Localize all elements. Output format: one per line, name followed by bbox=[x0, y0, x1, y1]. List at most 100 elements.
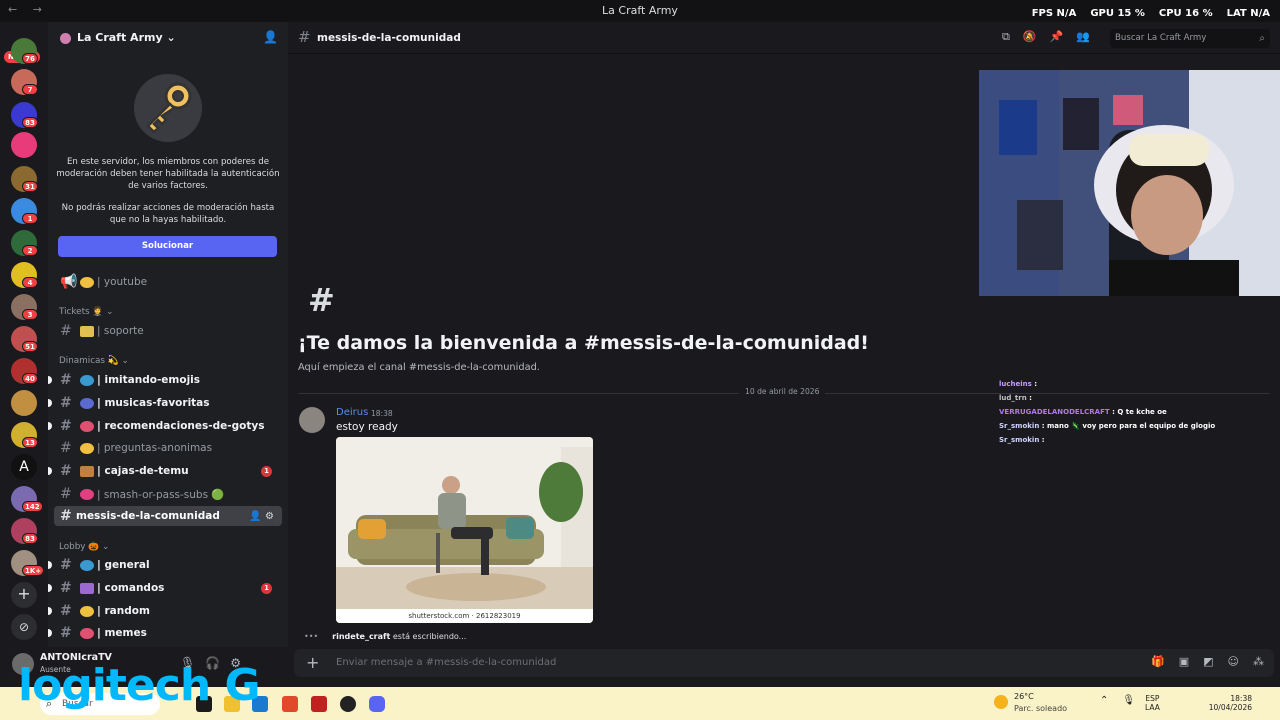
channel-youtube[interactable]: 📢 | youtube bbox=[54, 272, 282, 292]
channel-label: | preguntas-anonimas bbox=[97, 442, 213, 454]
server-badge: 83 bbox=[22, 117, 38, 128]
gif-icon[interactable]: ▣ bbox=[1179, 655, 1189, 668]
channel-title: messis-de-la-comunidad bbox=[317, 32, 461, 44]
server-header[interactable]: La Craft Army ⌄ 👤 bbox=[48, 22, 288, 54]
stream-chat-text: : bbox=[1041, 436, 1045, 444]
stream-chat-line: VERRUGADELANODELCRAFT : Q te kche oe bbox=[999, 405, 1280, 419]
stream-chat-user: lucheins bbox=[999, 380, 1032, 388]
composer-placeholder[interactable]: Enviar mensaje a #messis-de-la-comunidad bbox=[336, 657, 556, 668]
unread-pip bbox=[48, 561, 52, 569]
channel-random[interactable]: # | random bbox=[48, 601, 282, 621]
server-badge: 76 bbox=[22, 53, 38, 64]
server-badge: 4 bbox=[22, 277, 38, 288]
channel-preguntas-anonimas[interactable]: # | preguntas-anonimas bbox=[54, 438, 282, 458]
hash-icon: # bbox=[60, 508, 72, 524]
category-tickets[interactable]: Tickets 🤵 ⌄ bbox=[59, 307, 114, 317]
webcam-feed bbox=[979, 70, 1280, 296]
explore-icon[interactable]: ⊘ bbox=[11, 614, 37, 640]
add-server-icon[interactable]: + bbox=[11, 582, 37, 608]
server-badge: 51 bbox=[22, 341, 38, 352]
server-logo-icon bbox=[60, 33, 71, 44]
hash-icon: # bbox=[60, 323, 72, 339]
channel-label: | musicas-favoritas bbox=[97, 397, 210, 409]
unread-pip bbox=[48, 629, 52, 637]
channel-musicas-favoritas[interactable]: # | musicas-favoritas bbox=[48, 393, 282, 413]
gpu-value: 15 % bbox=[1117, 8, 1145, 19]
channel-imitando-emojis[interactable]: # | imitando-emojis bbox=[48, 370, 282, 390]
message-image[interactable]: shutterstock.com · 2612823019 bbox=[336, 437, 593, 623]
invite-user-icon[interactable]: 👤 bbox=[263, 30, 278, 44]
typing-dots-icon: ••• bbox=[304, 632, 319, 641]
sticker-icon[interactable]: ◩ bbox=[1203, 655, 1213, 668]
message-composer[interactable]: + Enviar mensaje a #messis-de-la-comunid… bbox=[294, 649, 1274, 677]
channel-general[interactable]: # | general bbox=[48, 555, 282, 575]
clock[interactable]: 18:38 10/04/2026 bbox=[1208, 694, 1252, 712]
hash-icon: # bbox=[60, 395, 72, 411]
sofa-photo bbox=[336, 437, 593, 609]
server-badge: 2 bbox=[22, 245, 38, 256]
hearts-icon bbox=[80, 488, 94, 500]
message-author[interactable]: Deirus bbox=[336, 407, 368, 418]
hash-icon: # bbox=[60, 603, 72, 619]
attach-plus-icon[interactable]: + bbox=[306, 653, 319, 672]
category-lobby[interactable]: Lobby 🎃 ⌄ bbox=[59, 542, 109, 552]
channel-comandos[interactable]: # | comandos 1 bbox=[48, 578, 282, 598]
threads-icon[interactable]: ⧉ bbox=[1002, 30, 1010, 44]
hash-icon: # bbox=[60, 580, 72, 596]
category-dinamicas[interactable]: Dinamicas 💫 ⌄ bbox=[59, 356, 129, 366]
channel-recomendaciones-de-gotys[interactable]: # | recomendaciones-de-gotys bbox=[48, 416, 282, 436]
channel-soporte[interactable]: # | soporte bbox=[54, 321, 282, 341]
discord-icon[interactable] bbox=[369, 696, 385, 712]
globe-icon bbox=[80, 559, 94, 571]
stream-chat-line: Sr_smokin : bbox=[999, 433, 1280, 447]
mute-icon[interactable]: 🔕 bbox=[1023, 30, 1037, 44]
mention-badge: 1 bbox=[261, 582, 272, 594]
language-indicator[interactable]: ESP LAA bbox=[1145, 694, 1160, 712]
cpu-value: 16 % bbox=[1185, 8, 1213, 19]
laugh-icon bbox=[80, 627, 94, 639]
heart-icon bbox=[80, 420, 94, 432]
unread-pip bbox=[48, 399, 52, 407]
server-name[interactable]: La Craft Army ⌄ bbox=[77, 31, 176, 44]
app-icon[interactable] bbox=[311, 696, 327, 712]
server-badge: 7 bbox=[22, 84, 38, 95]
members-icon[interactable]: 👥 bbox=[1076, 30, 1090, 44]
mfa-notice-2: No podrás realizar acciones de moderació… bbox=[61, 203, 275, 225]
search-input[interactable]: Buscar La Craft Army ⌕ bbox=[1110, 29, 1270, 48]
unread-pip bbox=[48, 584, 52, 592]
channel-settings-icon[interactable]: 👤 ⚙ bbox=[249, 511, 274, 522]
hash-icon: # bbox=[60, 440, 72, 456]
music-icon bbox=[80, 397, 94, 409]
channel-cajas-de-temu[interactable]: # | cajas-de-temu 1 bbox=[48, 461, 282, 481]
stream-chat-text: : Q te kche oe bbox=[1112, 408, 1167, 416]
unread-pip bbox=[48, 467, 52, 475]
channel-smash-or-pass-subs[interactable]: # | smash-or-pass-subs 🟢 bbox=[54, 484, 282, 504]
lat-value: N/A bbox=[1250, 8, 1270, 19]
server-badge: 1K+ bbox=[22, 565, 45, 576]
emoji-icon[interactable]: ☺ bbox=[1228, 655, 1239, 668]
cpu-label: CPU bbox=[1158, 8, 1182, 19]
chat-header: # messis-de-la-comunidad ⧉ 🔕 📌 👥 Buscar … bbox=[288, 22, 1280, 54]
channel-label: | random bbox=[97, 605, 150, 617]
chevron-up-icon[interactable]: ⌃ bbox=[1100, 695, 1108, 706]
gift-icon[interactable]: 🎁 bbox=[1151, 655, 1165, 668]
server-icon[interactable]: A bbox=[11, 454, 37, 480]
pin-icon[interactable]: 📌 bbox=[1050, 30, 1064, 44]
server-icon[interactable] bbox=[11, 390, 37, 416]
brave-icon[interactable] bbox=[282, 696, 298, 712]
welcome-subtitle: Aquí empieza el canal #messis-de-la-comu… bbox=[298, 362, 540, 373]
obs-icon[interactable] bbox=[340, 696, 356, 712]
ticket-icon bbox=[80, 325, 94, 337]
microphone-icon[interactable]: 🎙 bbox=[1122, 695, 1135, 706]
server-icon[interactable] bbox=[11, 132, 37, 158]
fix-button[interactable]: Solucionar bbox=[58, 236, 277, 257]
channel-memes[interactable]: # | memes bbox=[48, 623, 282, 643]
unread-pip bbox=[48, 422, 52, 430]
stream-chat-user: Sr_smokin bbox=[999, 422, 1040, 430]
channel-messis-de-la-comunidad[interactable]: # messis-de-la-comunidad 👤 ⚙ bbox=[54, 506, 282, 526]
stream-chat-line: Sr_smokin : mano 🦎 voy pero para el equi… bbox=[999, 419, 1280, 433]
date-divider: 10 de abril de 2026 bbox=[739, 387, 826, 396]
apps-icon[interactable]: ⁂ bbox=[1253, 655, 1264, 668]
message-avatar[interactable] bbox=[299, 407, 325, 433]
server-badge: 13 bbox=[22, 437, 38, 448]
